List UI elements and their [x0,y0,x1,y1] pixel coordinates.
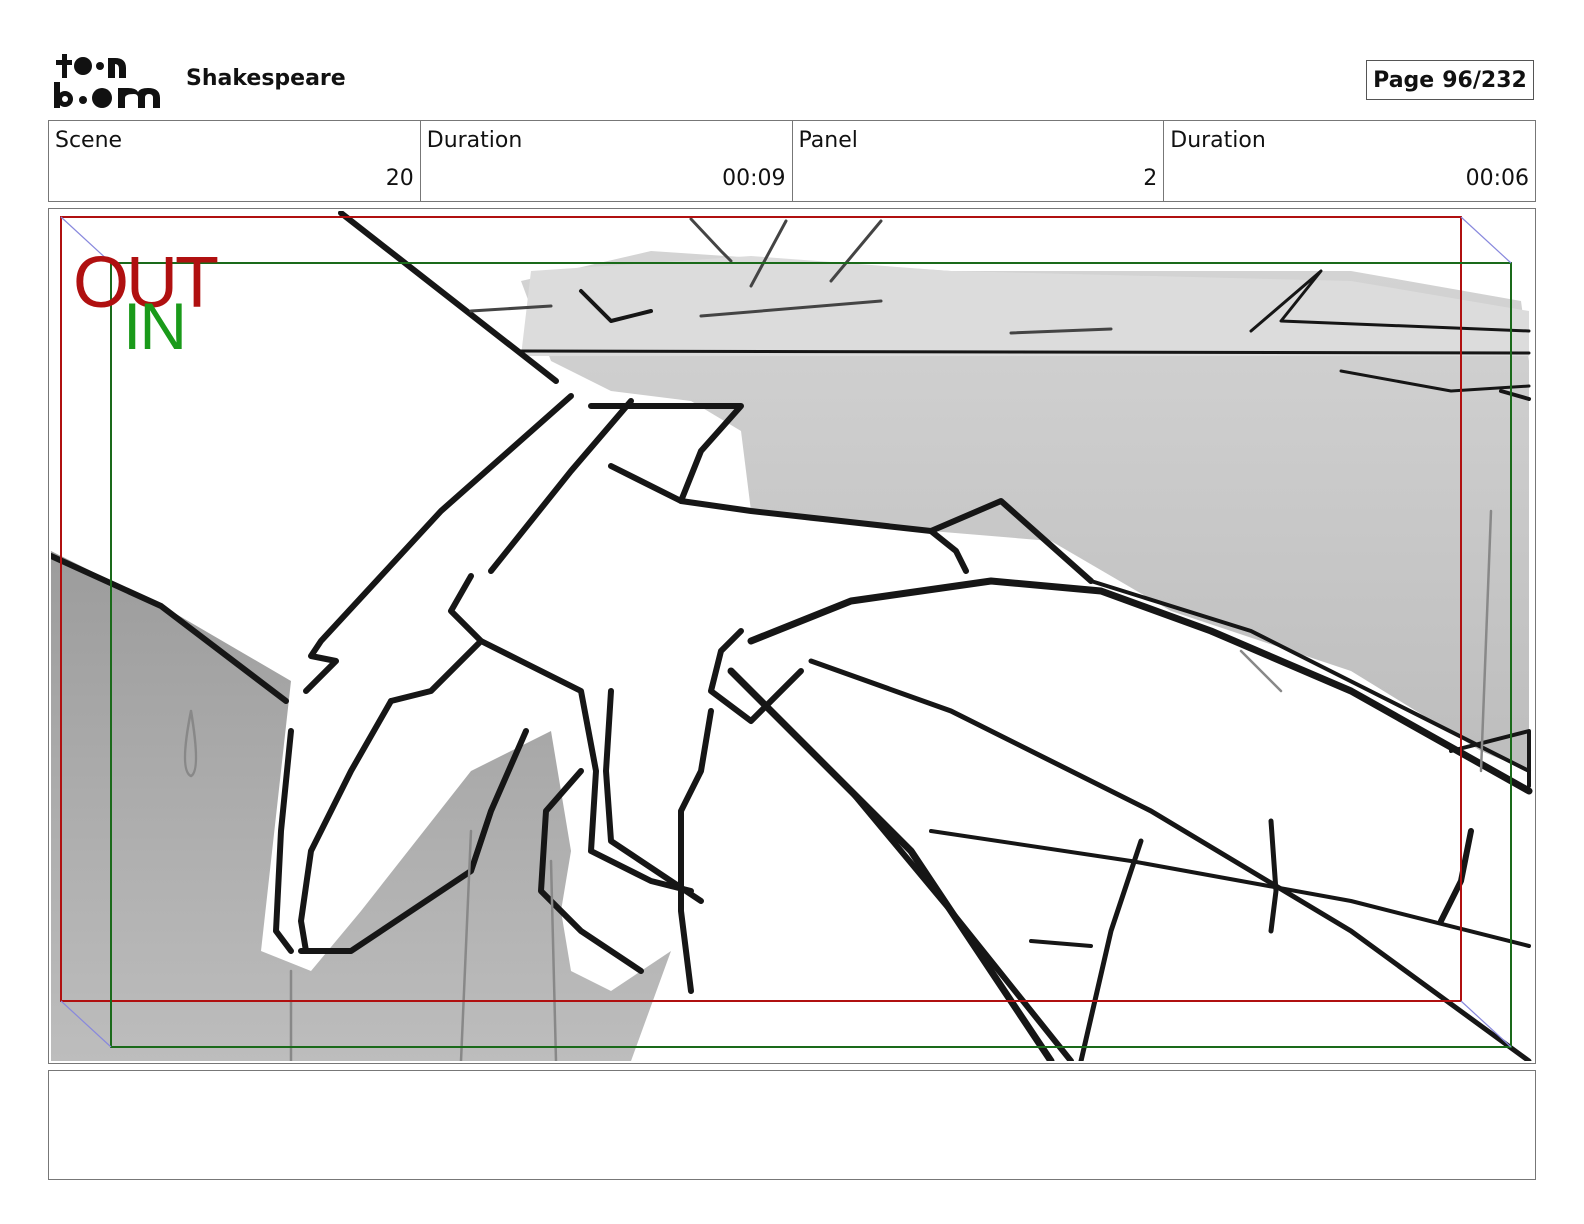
panel-notes-box [48,1070,1536,1180]
panel-cell: Panel 2 [793,121,1165,201]
scene-label: Scene [55,128,123,153]
page-number: 96/232 [1442,67,1527,93]
scene-duration-cell: Duration 00:09 [421,121,793,201]
scene-value: 20 [385,166,414,191]
scene-cell: Scene 20 [49,121,421,201]
panel-value: 2 [1143,166,1158,191]
scene-duration-label: Duration [426,128,523,153]
storyboard-page: Shakespeare Page 96/232 Scene 20 Duratio… [0,0,1584,1224]
panel-sketch: OUT IN [51,211,1533,1061]
in-frame-label: IN [123,289,185,363]
scene-duration-value: 00:09 [722,166,786,191]
project-title: Shakespeare [186,66,346,91]
panel-info-row: Scene 20 Duration 00:09 Panel 2 Duration… [48,120,1536,202]
panel-duration-label: Duration [1170,128,1266,153]
page-label: Page [1373,67,1435,93]
panel-image-frame: OUT IN [48,208,1536,1064]
panel-duration-value: 00:06 [1465,166,1529,191]
toon-boom-logo [54,54,160,108]
panel-duration-cell: Duration 00:06 [1164,121,1535,201]
page-indicator: Page 96/232 [1366,60,1534,100]
panel-label: Panel [798,128,858,153]
